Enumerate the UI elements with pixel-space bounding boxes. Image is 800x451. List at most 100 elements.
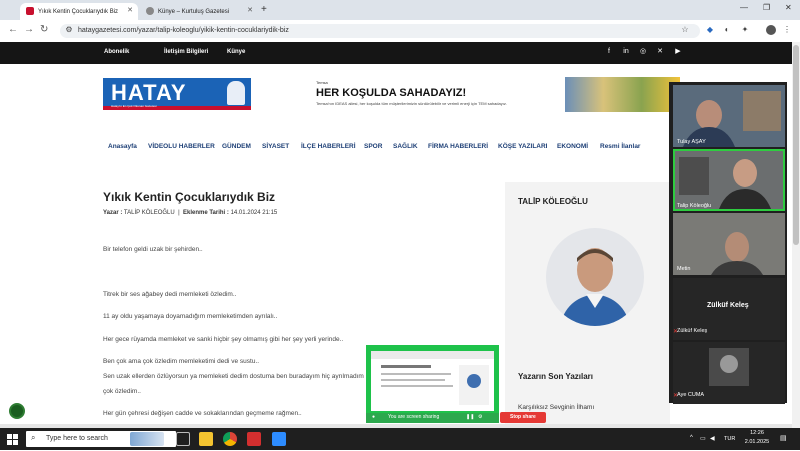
youtube-icon[interactable]: ▶	[674, 48, 682, 56]
article-paragraph: Her gece rüyamda memleket ve sanki hiçbi…	[103, 336, 344, 343]
back-icon[interactable]: ←	[8, 24, 18, 35]
sidebar-author-name: TALİP KÖLEOĞLU	[518, 197, 588, 206]
close-tab-icon[interactable]: ✕	[247, 6, 253, 14]
mic-muted-icon: ✕	[673, 393, 679, 399]
shared-screen-icon	[371, 351, 494, 405]
extension-icon[interactable]: ◐	[722, 25, 732, 35]
accessibility-icon[interactable]	[9, 403, 25, 419]
linkedin-icon[interactable]: in	[622, 48, 630, 56]
ad-image	[565, 77, 680, 112]
windows-start-icon[interactable]	[7, 433, 19, 445]
participant-tile-active-speaker[interactable]	[673, 149, 785, 211]
latest-post-link[interactable]: Karşılıksız Sevginin İlhamı	[518, 404, 594, 411]
new-tab-button[interactable]: +	[261, 4, 267, 15]
close-tab-icon[interactable]: ✕	[127, 6, 133, 14]
tab-article[interactable]: Yıkık Kentin Çocuklarıydık Biz ✕	[20, 3, 138, 20]
instagram-icon[interactable]: ◎	[639, 48, 647, 56]
participant-video-icon	[673, 85, 785, 147]
tab-article-title: Yıkık Kentin Çocuklarıydık Biz	[38, 8, 119, 15]
site-logo[interactable]: HATAY Hatay'ın En Çok Okunan Gazetesi	[103, 78, 251, 110]
facebook-icon[interactable]: f	[605, 48, 613, 56]
top-link-kunye[interactable]: Künye	[227, 49, 245, 55]
article-paragraph: Her gün çehresi değişen cadde ve sokakla…	[103, 410, 302, 417]
notifications-icon[interactable]: ▤	[780, 434, 787, 442]
forward-icon[interactable]: →	[24, 24, 34, 35]
participant-big-name: Zülküf Keleş	[707, 302, 749, 309]
logo-figure-icon	[227, 81, 245, 105]
mic-muted-icon: ✕	[673, 329, 679, 335]
clock-date[interactable]: 2.01.2025	[742, 439, 772, 445]
menu-videolu-haberler[interactable]: VİDEOLU HABERLER	[148, 143, 215, 150]
ad-headline: HER KOŞULDA SAHADAYIZ!	[316, 87, 467, 99]
article-meta: Yazar : TALİP KÖLEOĞLU | Eklenme Tarihi …	[103, 210, 277, 216]
tab-kunye[interactable]: Künye – Kurtuluş Gazetesi ✕	[140, 3, 258, 20]
article-paragraph: Sen uzak ellerden özlüyorsun ya memleket…	[103, 373, 365, 380]
clock-time[interactable]: 12:26	[744, 430, 770, 436]
site-info-icon[interactable]: ⚙	[64, 25, 74, 35]
menu-spor[interactable]: SPOR	[364, 143, 382, 150]
tray-chevron-icon[interactable]: ^	[690, 435, 693, 441]
author-label: Yazar :	[103, 210, 123, 216]
menu-kose-yazilari[interactable]: KÖŞE YAZILARI	[498, 143, 547, 150]
menu-siyaset[interactable]: SİYASET	[262, 143, 289, 150]
screen-share-thumbnail	[371, 351, 494, 411]
maximize-icon[interactable]: ❐	[763, 3, 770, 12]
acrobat-icon[interactable]	[247, 432, 261, 446]
share-indicator-icon: ●	[372, 414, 376, 420]
taskbar-search-placeholder: Type here to search	[46, 435, 108, 442]
search-highlight-image	[130, 432, 164, 446]
menu-ilce-haberleri[interactable]: İLÇE HABERLERİ	[301, 143, 356, 150]
screen-share-status: You are screen sharing	[388, 414, 440, 420]
reload-icon[interactable]: ↻	[40, 24, 48, 35]
menu-ekonomi[interactable]: EKONOMİ	[557, 143, 588, 150]
puzzle-icon[interactable]: ✦	[740, 25, 750, 35]
participant-tile[interactable]	[673, 85, 785, 147]
participant-name: Zülküf Keleş	[677, 328, 708, 334]
logo-word: HATAY	[111, 80, 187, 105]
task-view-icon[interactable]	[176, 432, 190, 446]
chrome-icon[interactable]	[223, 432, 237, 446]
author-name[interactable]: TALİP KÖLEOĞLU	[124, 210, 175, 216]
participant-name: Aye CUMA	[677, 392, 705, 398]
scrollbar-thumb[interactable]	[793, 45, 799, 245]
menu-gundem[interactable]: GÜNDEM	[222, 143, 251, 150]
close-window-icon[interactable]: ✕	[785, 3, 792, 12]
menu-resmi-ilanlar[interactable]: Resmi İlanlar	[600, 143, 640, 150]
url-text: hataygazetesi.com/yazar/talip-koleoglu/y…	[78, 27, 289, 34]
participant-video-icon	[675, 151, 783, 209]
author-portrait-icon	[560, 248, 630, 326]
search-icon: ⌕	[31, 433, 36, 442]
top-link-abonelik[interactable]: Abonelik	[104, 49, 129, 55]
profile-avatar[interactable]	[766, 25, 776, 35]
network-icon[interactable]: ▭	[700, 435, 706, 442]
article-paragraph: çok özledim..	[103, 388, 141, 395]
author-photo	[546, 228, 644, 326]
date-label: Eklenme Tarihi :	[182, 210, 229, 216]
advertisement-banner[interactable]: Temsa HER KOŞULDA SAHADAYIZ! Temsa'nın I…	[316, 77, 680, 112]
tab-kunye-title: Künye – Kurtuluş Gazetesi	[158, 8, 230, 15]
menu-dots-icon[interactable]: ⋮	[782, 25, 792, 35]
bookmark-star-icon[interactable]: ☆	[680, 25, 690, 35]
pause-share-icon[interactable]: ❚❚	[466, 414, 474, 420]
zoom-icon[interactable]	[272, 432, 286, 446]
ad-text: Temsa'nın IDEAS ailesi, her koşulda tüm …	[316, 101, 507, 106]
hatay-favicon-icon	[26, 7, 34, 15]
top-link-iletisim[interactable]: İletişim Bilgileri	[164, 49, 208, 55]
twitter-icon[interactable]: ✕	[656, 48, 664, 56]
file-explorer-icon[interactable]	[199, 432, 213, 446]
input-language[interactable]: TUR	[724, 436, 735, 442]
globe-icon	[146, 7, 154, 15]
stop-share-label: Stop share	[510, 414, 536, 420]
article-paragraph: 11 ay oldu yaşamaya doyamadığım memleket…	[103, 313, 278, 320]
minimize-icon[interactable]: —	[740, 3, 748, 12]
share-settings-icon[interactable]: ⚙	[478, 414, 482, 420]
volume-icon[interactable]: ◀	[710, 435, 715, 442]
participant-name: Talip Köleoğlu	[677, 203, 712, 209]
menu-firma-haberleri[interactable]: FİRMA HABERLERİ	[428, 143, 488, 150]
article-paragraph: Titrek bir ses ağabey dedi memleketi özl…	[103, 291, 237, 298]
menu-saglik[interactable]: SAĞLIK	[393, 143, 418, 150]
extension-shield-icon[interactable]: ◆	[705, 25, 715, 35]
menu-anasayfa[interactable]: Anasayfa	[108, 143, 137, 150]
article-paragraph: Ben çok ama çok özledim memleketimi dedi…	[103, 358, 260, 365]
logo-subtitle: Hatay'ın En Çok Okunan Gazetesi	[111, 104, 157, 108]
